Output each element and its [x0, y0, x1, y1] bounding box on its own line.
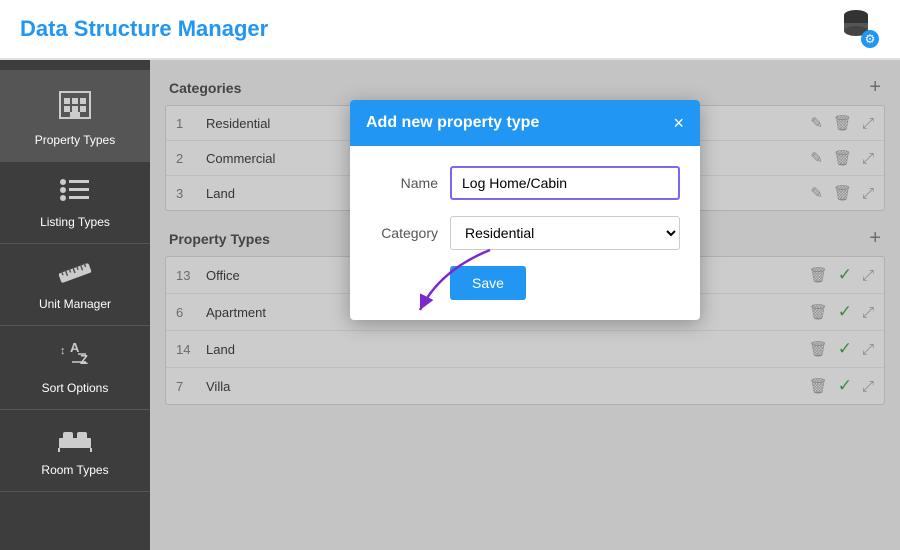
- category-select[interactable]: Residential Commercial Land: [450, 216, 680, 250]
- svg-text:↕: ↕: [60, 345, 66, 357]
- list-icon: [59, 176, 91, 209]
- building-icon: [56, 84, 94, 127]
- sidebar-item-sort-options-label: Sort Options: [42, 381, 109, 395]
- category-field-row: Category Residential Commercial Land: [370, 216, 680, 250]
- content-area: Categories + 1 Residential ✎ 🗑 ⤢ 2 Comme…: [150, 60, 900, 550]
- svg-text:⚙: ⚙: [865, 32, 876, 46]
- main-layout: Property Types Listing Types: [0, 60, 900, 550]
- sort-icon: ↕ A Z: [58, 340, 92, 375]
- name-field-row: Name: [370, 166, 680, 200]
- sidebar: Property Types Listing Types: [0, 60, 150, 550]
- modal-close-button[interactable]: ×: [673, 114, 684, 132]
- sidebar-item-listing-types[interactable]: Listing Types: [0, 162, 150, 244]
- sidebar-item-unit-manager-label: Unit Manager: [39, 297, 111, 311]
- sidebar-item-unit-manager[interactable]: Unit Manager: [0, 244, 150, 326]
- sidebar-item-listing-types-label: Listing Types: [40, 215, 110, 229]
- modal-body: Name Category Residential Commercial Lan…: [350, 146, 700, 320]
- room-icon: [57, 424, 93, 457]
- sidebar-item-property-types-label: Property Types: [35, 133, 115, 147]
- modal-header: Add new property type ×: [350, 100, 700, 146]
- category-label: Category: [370, 225, 450, 241]
- name-label: Name: [370, 175, 450, 191]
- sidebar-item-room-types[interactable]: Room Types: [0, 410, 150, 492]
- name-input[interactable]: [450, 166, 680, 200]
- sidebar-item-sort-options[interactable]: ↕ A Z Sort Options: [0, 326, 150, 410]
- sidebar-item-room-types-label: Room Types: [41, 463, 108, 477]
- save-button[interactable]: Save: [450, 266, 526, 300]
- ruler-icon: [57, 258, 93, 291]
- add-property-type-modal: Add new property type × Name Category Re…: [350, 100, 700, 320]
- app-title: Data Structure Manager: [20, 16, 268, 42]
- sidebar-item-property-types[interactable]: Property Types: [0, 70, 150, 162]
- app-header: Data Structure Manager ⚙: [0, 0, 900, 60]
- modal-title: Add new property type: [366, 114, 539, 132]
- database-settings-icon[interactable]: ⚙: [836, 5, 880, 54]
- svg-text:A: A: [70, 340, 80, 355]
- modal-overlay: Add new property type × Name Category Re…: [150, 60, 900, 550]
